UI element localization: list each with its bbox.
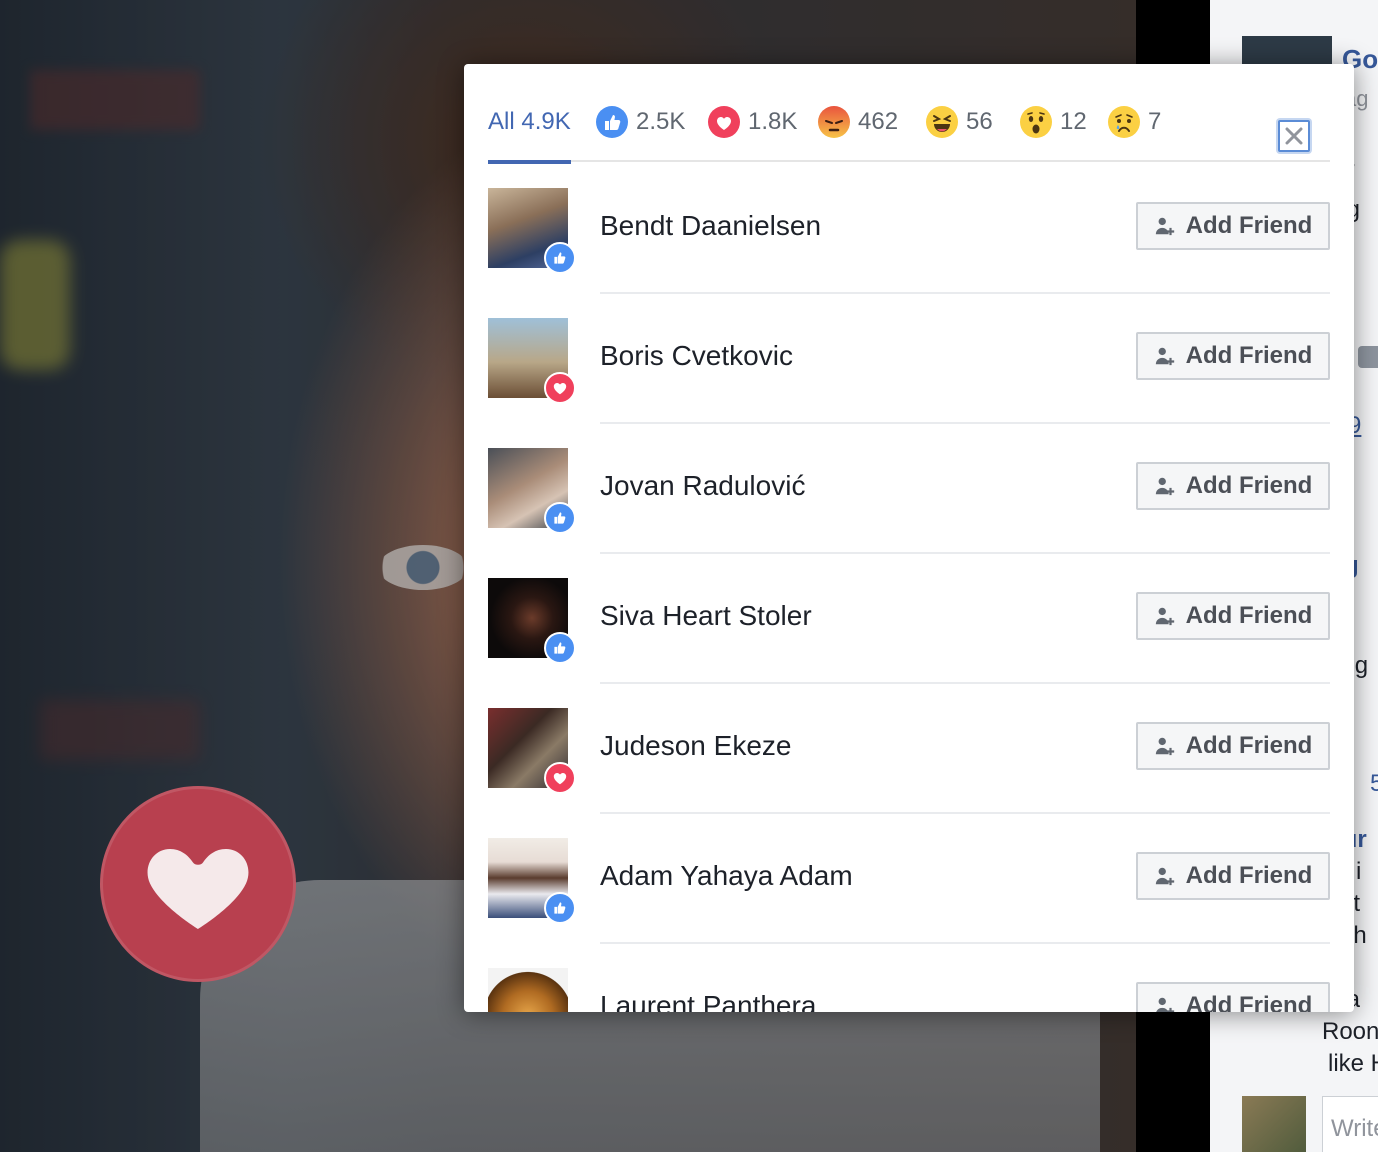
comment-text-line: like H xyxy=(1328,1050,1378,1077)
tab-sad-count: 7 xyxy=(1148,108,1162,135)
add-friend-button[interactable]: Add Friend xyxy=(1136,982,1330,1012)
sad-icon xyxy=(1108,106,1140,138)
comment-icon[interactable] xyxy=(1358,346,1378,368)
love-icon xyxy=(708,106,740,138)
like-icon xyxy=(544,502,576,534)
person-name[interactable]: Judeson Ekeze xyxy=(600,730,791,762)
tab-love[interactable]: 1.8K xyxy=(708,98,797,146)
person-name[interactable]: Boris Cvetkovic xyxy=(600,340,793,372)
close-icon xyxy=(1285,127,1303,145)
tab-love-count: 1.8K xyxy=(748,108,798,135)
list-item: Judeson Ekeze Add Friend xyxy=(488,684,1330,814)
tab-all-label: All xyxy=(488,108,515,135)
tab-angry-count: 462 xyxy=(858,108,899,135)
add-friend-button[interactable]: Add Friend xyxy=(1136,332,1330,380)
reactions-dialog: All 4.9K 2.5K 1.8K 462 56 12 7 Bendt Daa… xyxy=(464,64,1354,1012)
list-item: Jovan Radulović Add Friend xyxy=(488,424,1330,554)
list-item: Siva Heart Stoler Add Friend xyxy=(488,554,1330,684)
add-friend-icon xyxy=(1155,607,1174,626)
current-user-avatar xyxy=(1242,1096,1306,1152)
list-item: Adam Yahaya Adam Add Friend xyxy=(488,814,1330,944)
avatar[interactable] xyxy=(488,968,568,1012)
add-friend-button[interactable]: Add Friend xyxy=(1136,852,1330,900)
heart-icon xyxy=(147,849,249,929)
love-icon xyxy=(544,372,576,404)
list-item: Bendt Daanielsen Add Friend xyxy=(488,164,1330,294)
comment-reply-count[interactable]: 5 xyxy=(1370,770,1378,798)
wow-icon xyxy=(1020,106,1052,138)
add-friend-icon xyxy=(1155,217,1174,236)
like-icon xyxy=(596,106,628,138)
tab-angry[interactable]: 462 xyxy=(818,98,898,146)
person-name[interactable]: Laurent Panthera xyxy=(600,990,816,1012)
person-name[interactable]: Bendt Daanielsen xyxy=(600,210,821,242)
close-button[interactable] xyxy=(1278,120,1310,152)
add-friend-button[interactable]: Add Friend xyxy=(1136,592,1330,640)
add-friend-icon xyxy=(1155,347,1174,366)
tab-sad[interactable]: 7 xyxy=(1108,98,1161,146)
add-friend-icon xyxy=(1155,477,1174,496)
add-friend-icon xyxy=(1155,737,1174,756)
add-friend-button[interactable]: Add Friend xyxy=(1136,722,1330,770)
love-icon xyxy=(544,762,576,794)
comment-text-line: Roon xyxy=(1322,1018,1378,1045)
haha-icon xyxy=(926,106,958,138)
tab-like-count: 2.5K xyxy=(636,108,686,135)
reactors-list: Bendt Daanielsen Add Friend Boris Cvetko… xyxy=(488,164,1330,1012)
tab-wow[interactable]: 12 xyxy=(1020,98,1087,146)
love-reaction-animation xyxy=(100,786,296,982)
add-friend-icon xyxy=(1155,867,1174,886)
reaction-tabs: All 4.9K 2.5K 1.8K 462 56 12 7 xyxy=(488,88,1330,164)
add-friend-label: Add Friend xyxy=(1185,602,1313,629)
person-name[interactable]: Jovan Radulović xyxy=(600,470,805,502)
add-friend-label: Add Friend xyxy=(1185,732,1313,759)
tab-haha-count: 56 xyxy=(966,108,993,135)
list-item: Laurent Panthera Add Friend xyxy=(488,944,1330,1012)
add-friend-button[interactable]: Add Friend xyxy=(1136,462,1330,510)
like-icon xyxy=(544,632,576,664)
person-name[interactable]: Adam Yahaya Adam xyxy=(600,860,853,892)
add-friend-label: Add Friend xyxy=(1185,992,1313,1012)
like-icon xyxy=(544,892,576,924)
add-friend-label: Add Friend xyxy=(1185,212,1313,239)
tab-like[interactable]: 2.5K xyxy=(596,98,685,146)
add-friend-label: Add Friend xyxy=(1185,472,1313,499)
add-friend-button[interactable]: Add Friend xyxy=(1136,202,1330,250)
write-comment-input[interactable]: Write xyxy=(1322,1096,1378,1152)
person-name[interactable]: Siva Heart Stoler xyxy=(600,600,812,632)
tab-wow-count: 12 xyxy=(1060,108,1087,135)
angry-icon xyxy=(818,106,850,138)
like-icon xyxy=(544,242,576,274)
add-friend-label: Add Friend xyxy=(1185,862,1313,889)
tab-all-count: 4.9K xyxy=(521,108,571,135)
tab-haha[interactable]: 56 xyxy=(926,98,993,146)
add-friend-label: Add Friend xyxy=(1185,342,1313,369)
tab-all[interactable]: All 4.9K xyxy=(488,98,571,164)
list-item: Boris Cvetkovic Add Friend xyxy=(488,294,1330,424)
add-friend-icon xyxy=(1155,997,1174,1012)
